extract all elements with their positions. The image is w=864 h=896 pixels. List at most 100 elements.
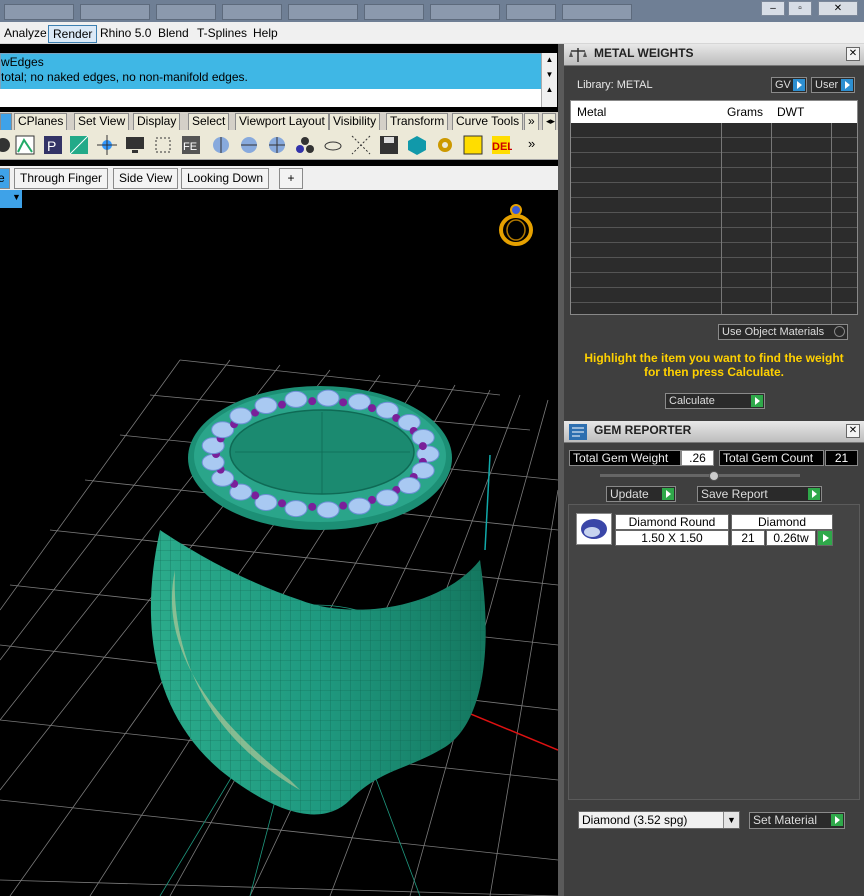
save-report-button[interactable]: Save Report bbox=[697, 486, 822, 502]
cube-icon[interactable] bbox=[406, 134, 428, 156]
tool-icon[interactable] bbox=[350, 134, 372, 156]
tab-cplanes[interactable]: CPlanes bbox=[14, 113, 68, 130]
set-material-button[interactable]: Set Material bbox=[749, 812, 845, 829]
tab-display[interactable]: Display bbox=[133, 113, 181, 130]
gem-slider-track[interactable] bbox=[600, 474, 800, 477]
gem-stone bbox=[397, 413, 421, 431]
viewport-tab-through-finger[interactable]: Through Finger bbox=[14, 168, 109, 189]
tool-icon[interactable] bbox=[14, 134, 36, 156]
use-object-materials-checkbox[interactable]: Use Object Materials bbox=[718, 324, 848, 340]
gem-thumbnail[interactable] bbox=[576, 513, 612, 545]
scroll-up-icon[interactable]: ▲ bbox=[542, 55, 557, 64]
user-button[interactable]: User bbox=[811, 77, 855, 93]
taskbar-tab[interactable] bbox=[156, 4, 216, 20]
metal-table-header: Metal Grams DWT bbox=[571, 101, 857, 123]
chevron-down-icon[interactable]: ▼ bbox=[723, 812, 739, 828]
taskbar-tab[interactable] bbox=[364, 4, 424, 20]
play-icon bbox=[823, 534, 829, 542]
tab-scroll-icon[interactable]: ◂▸ bbox=[542, 113, 556, 130]
metal-table-row[interactable] bbox=[571, 228, 857, 243]
viewport[interactable]: ▼ bbox=[0, 190, 558, 896]
gem-stone bbox=[284, 500, 308, 518]
tool-icon[interactable] bbox=[68, 134, 90, 156]
taskbar-tab[interactable] bbox=[222, 4, 282, 20]
metal-table-row[interactable] bbox=[571, 153, 857, 168]
ring-model[interactable] bbox=[0, 190, 558, 896]
tab-viewport-layout[interactable]: Viewport Layout bbox=[235, 113, 329, 130]
tab-curve-tools[interactable]: Curve Tools bbox=[452, 113, 524, 130]
tool-icon[interactable] bbox=[152, 134, 174, 156]
tool-icon[interactable]: DEL bbox=[490, 134, 512, 156]
tool-icon[interactable] bbox=[210, 134, 232, 156]
gem-size: 1.50 X 1.50 bbox=[615, 530, 729, 546]
add-viewport-tab-button[interactable]: + bbox=[279, 168, 303, 189]
command-line-2: total; no naked edges, no non-manifold e… bbox=[1, 70, 248, 84]
tool-icon[interactable] bbox=[462, 134, 484, 156]
tool-icon[interactable] bbox=[96, 134, 118, 156]
tab-standard[interactable] bbox=[0, 113, 12, 130]
column-dwt: DWT bbox=[777, 105, 805, 119]
close-icon[interactable]: ✕ bbox=[846, 47, 860, 61]
taskbar-tab[interactable] bbox=[562, 4, 632, 20]
tab-visibility[interactable]: Visibility bbox=[329, 113, 381, 130]
metal-table-row[interactable] bbox=[571, 243, 857, 258]
toolbar-overflow-icon[interactable]: » bbox=[528, 136, 535, 151]
menu-rhino[interactable]: Rhino 5.0 bbox=[96, 25, 155, 43]
gem-reporter-header: GEM REPORTER ✕ bbox=[564, 421, 864, 443]
tool-icon[interactable] bbox=[266, 134, 288, 156]
gem-slider-handle[interactable] bbox=[709, 471, 719, 481]
metal-table-row[interactable] bbox=[571, 183, 857, 198]
menu-bar: Analyze Render Rhino 5.0 Blend T-Splines… bbox=[0, 22, 864, 44]
taskbar-tab[interactable] bbox=[4, 4, 74, 20]
update-button[interactable]: Update bbox=[606, 486, 676, 502]
scroll-down-icon[interactable]: ▼ bbox=[542, 70, 557, 79]
tab-more[interactable]: » bbox=[524, 113, 539, 130]
taskbar-tab[interactable] bbox=[506, 4, 556, 20]
metal-table-row[interactable] bbox=[571, 123, 857, 138]
save-icon[interactable] bbox=[378, 134, 400, 156]
tool-icon[interactable] bbox=[238, 134, 260, 156]
taskbar-tab[interactable] bbox=[288, 4, 358, 20]
minimize-icon[interactable]: – bbox=[761, 1, 785, 16]
metal-table-row[interactable] bbox=[571, 213, 857, 228]
close-window-icon[interactable]: ✕ bbox=[818, 1, 858, 16]
viewport-tab-looking-down[interactable]: Looking Down bbox=[181, 168, 270, 189]
viewport-tab-active[interactable]: e bbox=[0, 168, 10, 189]
tab-select[interactable]: Select bbox=[188, 113, 230, 130]
scroll-expand-icon[interactable]: ▲ bbox=[542, 85, 557, 94]
close-icon[interactable]: ✕ bbox=[846, 424, 860, 438]
calculate-button[interactable]: Calculate bbox=[665, 393, 765, 409]
ring-view-icon[interactable] bbox=[494, 202, 538, 248]
tool-icon[interactable]: P bbox=[42, 134, 64, 156]
menu-analyze[interactable]: Analyze bbox=[0, 25, 51, 43]
metal-table[interactable]: Metal Grams DWT bbox=[570, 100, 858, 315]
metal-table-row[interactable] bbox=[571, 258, 857, 273]
menu-blend[interactable]: Blend bbox=[154, 25, 193, 43]
tool-icon[interactable]: FE bbox=[180, 134, 202, 156]
menu-render[interactable]: Render bbox=[48, 25, 98, 43]
taskbar-tab[interactable] bbox=[430, 4, 500, 20]
gem-stone bbox=[229, 407, 253, 425]
monitor-icon[interactable] bbox=[124, 134, 146, 156]
metal-table-row[interactable] bbox=[571, 138, 857, 153]
menu-tsplines[interactable]: T-Splines bbox=[193, 25, 251, 43]
maximize-icon[interactable]: ▫ bbox=[788, 1, 812, 16]
tool-icon[interactable] bbox=[294, 134, 316, 156]
metal-table-row[interactable] bbox=[571, 168, 857, 183]
metal-table-row[interactable] bbox=[571, 288, 857, 303]
menu-help[interactable]: Help bbox=[249, 25, 282, 43]
use-object-materials-label: Use Object Materials bbox=[722, 326, 825, 338]
material-select[interactable]: Diamond (3.52 spg) ▼ bbox=[578, 811, 740, 829]
tool-icon[interactable] bbox=[322, 134, 344, 156]
command-scrollbar[interactable]: ▲ ▼ ▲ bbox=[541, 53, 557, 107]
metal-table-row[interactable] bbox=[571, 198, 857, 213]
tab-set-view[interactable]: Set View bbox=[74, 113, 130, 130]
gem-row-action-button[interactable] bbox=[817, 530, 833, 546]
taskbar-tab[interactable] bbox=[80, 4, 150, 20]
command-prompt-input[interactable] bbox=[0, 89, 541, 107]
metal-table-row[interactable] bbox=[571, 273, 857, 288]
gear-icon[interactable] bbox=[434, 134, 456, 156]
viewport-tab-side-view[interactable]: Side View bbox=[113, 168, 179, 189]
tab-transform[interactable]: Transform bbox=[386, 113, 449, 130]
gv-button[interactable]: GV bbox=[771, 77, 807, 93]
